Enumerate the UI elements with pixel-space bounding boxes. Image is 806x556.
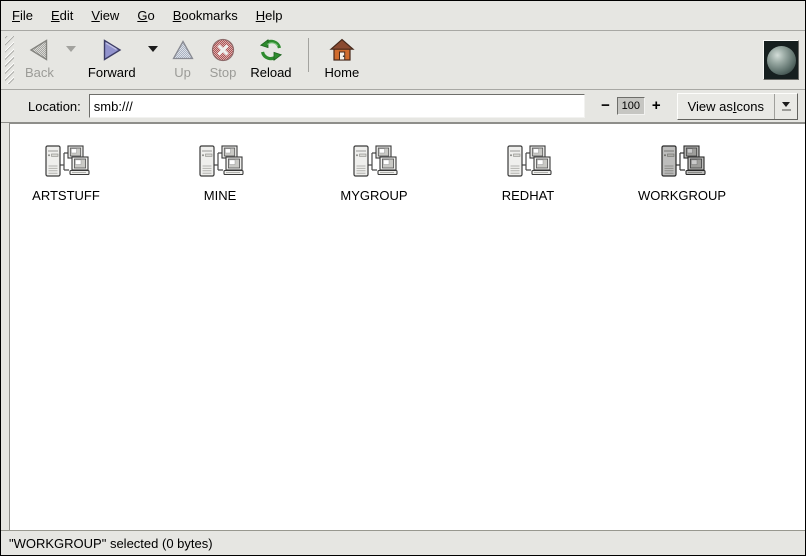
status-text: "WORKGROUP" selected (0 bytes): [9, 536, 213, 551]
menu-view-label-rest: iew: [100, 8, 120, 23]
menu-view[interactable]: View: [82, 3, 128, 28]
network-workgroup-icon[interactable]: [658, 144, 706, 186]
reload-button[interactable]: Reload: [243, 32, 298, 88]
menubar: File Edit View Go Bookmarks Help: [1, 1, 805, 31]
menu-help-label-rest: elp: [265, 8, 282, 23]
view-as-dropdown-arrow[interactable]: [774, 94, 797, 119]
network-workgroup-icon[interactable]: [504, 144, 552, 186]
chevron-down-icon: [782, 102, 790, 107]
nautilus-throbber-icon: [763, 40, 799, 80]
menu-go-label-rest: o: [147, 8, 154, 23]
back-label: Back: [25, 66, 54, 80]
up-icon: [170, 36, 196, 63]
forward-icon: [99, 36, 125, 63]
stop-label: Stop: [210, 66, 237, 80]
menu-file-label: F: [12, 8, 20, 23]
location-bar: Location: − 100 + View as Icons: [1, 90, 805, 123]
home-icon: [329, 36, 355, 63]
view-as-dropdown[interactable]: View as Icons: [677, 93, 798, 120]
chevron-down-icon: [148, 46, 158, 52]
menu-go-label: G: [137, 8, 147, 23]
chevron-down-icon: [66, 46, 76, 52]
file-item[interactable]: MINE: [166, 144, 274, 203]
network-workgroup-icon[interactable]: [42, 144, 90, 186]
status-bar: "WORKGROUP" selected (0 bytes): [1, 530, 805, 555]
zoom-out-button[interactable]: −: [597, 97, 614, 115]
dropdown-bar: [782, 109, 791, 111]
reload-label: Reload: [250, 66, 291, 80]
forward-label: Forward: [88, 66, 136, 80]
forward-button[interactable]: Forward: [81, 32, 143, 88]
menu-edit[interactable]: Edit: [42, 3, 82, 28]
menu-help[interactable]: Help: [247, 3, 292, 28]
home-label: Home: [325, 66, 360, 80]
home-button[interactable]: Home: [318, 32, 367, 88]
stop-icon: [210, 36, 236, 63]
toolbar-drag-handle[interactable]: [5, 36, 14, 84]
back-button[interactable]: Back: [18, 32, 61, 88]
location-label: Location:: [28, 99, 81, 114]
file-item[interactable]: WORKGROUP: [628, 144, 736, 203]
zoom-level-indicator: 100: [617, 97, 645, 115]
file-label: REDHAT: [502, 188, 554, 203]
toolbar: Back Forward Up: [1, 31, 805, 90]
reload-icon: [258, 36, 284, 63]
file-label: ARTSTUFF: [32, 188, 100, 203]
menu-bookmarks-label-rest: ookmarks: [181, 8, 237, 23]
file-label: WORKGROUP: [638, 188, 726, 203]
zoom-in-button[interactable]: +: [648, 97, 665, 115]
nautilus-window: File Edit View Go Bookmarks Help Back: [0, 0, 806, 556]
menu-file-label-rest: ile: [20, 8, 33, 23]
stop-button[interactable]: Stop: [203, 32, 244, 88]
up-label: Up: [174, 66, 191, 80]
file-label: MINE: [204, 188, 237, 203]
menu-bookmarks[interactable]: Bookmarks: [164, 3, 247, 28]
view-as-post: cons: [737, 99, 764, 114]
back-history-dropdown[interactable]: [61, 32, 81, 66]
up-button[interactable]: Up: [163, 32, 203, 88]
network-workgroup-icon[interactable]: [350, 144, 398, 186]
menu-edit-label: E: [51, 8, 60, 23]
menu-view-label: V: [91, 8, 99, 23]
file-item[interactable]: REDHAT: [474, 144, 582, 203]
menu-edit-label-rest: dit: [60, 8, 74, 23]
view-as-label: View as Icons: [678, 94, 774, 119]
forward-history-dropdown[interactable]: [143, 32, 163, 66]
toolbar-separator: [308, 38, 309, 72]
file-item[interactable]: ARTSTUFF: [12, 144, 120, 203]
location-input[interactable]: [89, 94, 585, 118]
network-workgroup-icon[interactable]: [196, 144, 244, 186]
file-label: MYGROUP: [340, 188, 407, 203]
icon-view[interactable]: ARTSTUFF MINE: [9, 123, 805, 530]
menu-help-label: H: [256, 8, 265, 23]
content-row: ARTSTUFF MINE: [1, 123, 805, 530]
menu-file[interactable]: File: [3, 3, 42, 28]
back-icon: [26, 36, 52, 63]
throbber-sphere: [767, 46, 796, 75]
sidebar-strip: [1, 123, 9, 530]
menu-go[interactable]: Go: [128, 3, 163, 28]
file-item[interactable]: MYGROUP: [320, 144, 428, 203]
view-as-pre: View as: [688, 99, 733, 114]
